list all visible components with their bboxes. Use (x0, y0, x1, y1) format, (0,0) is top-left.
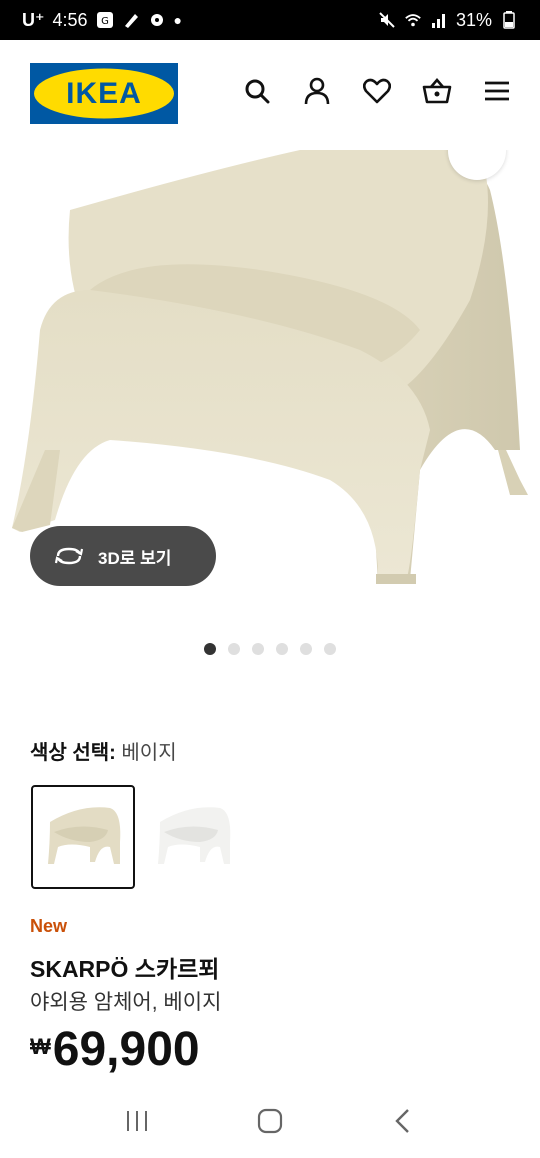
status-left: U⁺ 4:56 G ● (22, 10, 182, 31)
color-select-label: 색상 선택: 베이지 (30, 736, 177, 765)
battery-percent: 31% (455, 9, 492, 30)
heart-icon[interactable] (362, 76, 392, 106)
carousel-dot[interactable] (300, 643, 312, 655)
product-name: SKARPÖ 스카르푀 (30, 956, 220, 982)
back-icon[interactable] (383, 1101, 423, 1141)
wifi-icon (404, 11, 422, 29)
carousel-dot[interactable] (252, 643, 264, 655)
chair-thumbnail-white (158, 807, 231, 864)
color-select-heading: 색상 선택: (30, 742, 116, 764)
cart-icon[interactable] (422, 76, 452, 106)
svg-text:IKEA: IKEA (66, 77, 142, 110)
svg-text:G: G (101, 16, 109, 27)
price-currency: ₩ (30, 1034, 51, 1059)
product-description: 야외용 암체어, 베이지 (30, 991, 222, 1014)
carousel-dot[interactable] (324, 643, 336, 655)
header-icons (242, 76, 512, 106)
rotate-3d-icon (54, 547, 84, 565)
carousel-dot[interactable] (228, 643, 240, 655)
chair-thumbnail-beige (48, 807, 121, 864)
recent-apps-icon[interactable] (117, 1101, 157, 1141)
color-swatch-beige[interactable] (31, 785, 135, 889)
clock: 4:56 (52, 9, 88, 30)
carrier-label: U⁺ (22, 9, 45, 30)
more-notifications-dot-icon: ● (173, 12, 183, 28)
product-price: ₩ 69,900 (30, 1026, 200, 1074)
carousel-dot[interactable] (276, 643, 288, 655)
view-3d-label: 3D로 보기 (98, 548, 172, 568)
settings-notification-icon (148, 11, 166, 29)
color-select-value: 베이지 (121, 742, 177, 764)
carousel-indicator (204, 643, 336, 655)
notification-app-icon: G (96, 11, 114, 29)
status-bar: U⁺ 4:56 G ● 31% (0, 0, 540, 40)
site-header: IKEA (0, 40, 540, 150)
signal-icon (430, 11, 448, 29)
view-3d-button[interactable]: 3D로 보기 (30, 526, 216, 586)
search-icon[interactable] (242, 76, 272, 106)
ikea-logo[interactable]: IKEA (30, 63, 178, 124)
carousel-dot[interactable] (204, 643, 216, 655)
mute-icon (378, 11, 396, 29)
user-icon[interactable] (302, 76, 332, 106)
status-right: 31% (378, 10, 518, 31)
system-nav-bar (0, 1084, 540, 1158)
battery-icon (500, 11, 518, 29)
price-amount: 69,900 (52, 1023, 200, 1076)
color-swatch-white[interactable] (141, 785, 245, 889)
home-icon[interactable] (250, 1101, 290, 1141)
menu-icon[interactable] (482, 76, 512, 106)
product-image-carousel[interactable]: 3D로 보기 (0, 150, 540, 620)
edit-notification-icon (122, 11, 140, 29)
new-badge: New (30, 916, 68, 936)
